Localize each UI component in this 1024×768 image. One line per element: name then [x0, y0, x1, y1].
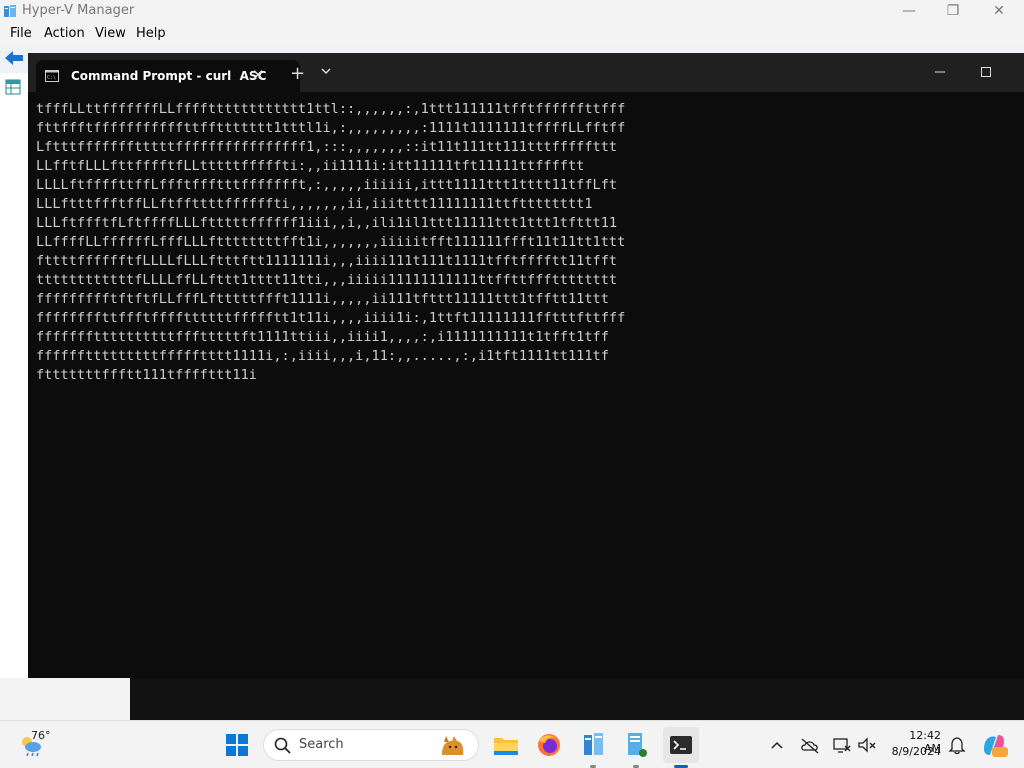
chevron-down-icon[interactable]: [320, 66, 332, 76]
terminal-line: LLLftffftfLftffffLLLftttttffffff1iii,,i,…: [36, 215, 618, 231]
network-icon[interactable]: [831, 735, 853, 755]
terminal-maximize-button[interactable]: [963, 61, 1009, 83]
hyperv-close-button[interactable]: ✕: [976, 1, 1022, 23]
terminal-line: ftttttttffftt111tffffttt11i: [36, 367, 257, 383]
menu-help[interactable]: Help: [136, 26, 166, 41]
hyperv-connect-taskbar-icon[interactable]: [618, 727, 654, 763]
file-explorer-icon[interactable]: [488, 727, 524, 763]
hyperv-minimize-button[interactable]: —: [886, 1, 932, 23]
taskbar-search-box[interactable]: Search: [263, 729, 479, 761]
menu-file[interactable]: File: [10, 26, 32, 41]
hyperv-tree-node-icon[interactable]: [5, 79, 21, 95]
terminal-output[interactable]: tfffLLttfffffffLLfffftttttttttttt1ttl::,…: [36, 100, 1016, 385]
new-tab-button[interactable]: +: [290, 63, 305, 84]
hyperv-restore-button[interactable]: ❐: [930, 1, 976, 23]
terminal-line: fttffftfffffffffffttffttttttt1tttl1i,:,,…: [36, 120, 626, 136]
terminal-line: LLLLftffffttffLffftffftttffffffft,:,,,,,…: [36, 177, 618, 193]
search-icon: [274, 737, 291, 754]
terminal-line: ffffffffftftftfLLfffLftttttffft1111i,,,,…: [36, 291, 609, 307]
search-placeholder: Search: [299, 737, 344, 752]
copilot-icon[interactable]: [976, 727, 1012, 763]
hyperv-bottom-pane: [0, 678, 131, 720]
hyperv-manager-taskbar-icon[interactable]: [575, 727, 611, 763]
hyperv-menubar: File Action View Help: [0, 23, 1024, 45]
firefox-icon[interactable]: [531, 727, 567, 763]
terminal-line: LLffffLLffffffLfffLLLfttttttttfft1i,,,,,…: [36, 234, 626, 250]
terminal-line: fttttfffffftfLLLLfLLLftttftt1111111i,,,i…: [36, 253, 618, 269]
back-arrow-icon[interactable]: [4, 50, 24, 66]
command-prompt-icon: C:\: [45, 70, 59, 82]
menu-action[interactable]: Action: [44, 26, 85, 41]
terminal-window: C:\ Command Prompt - curl ASC ✕ + tfffLL…: [28, 53, 1024, 678]
terminal-line: LLfftfLLLfttfffftfLLtttttfffffti:,,ii111…: [36, 158, 585, 174]
svg-text:C:\: C:\: [47, 75, 56, 81]
terminal-line: tfffLLttfffffffLLfffftttttttttttt1ttl::,…: [36, 101, 626, 117]
hyperv-app-icon: [4, 5, 16, 17]
speaker-muted-icon[interactable]: [856, 735, 878, 755]
terminal-line: Lftttffffffftttttffffffffffffffff1,:::,,…: [36, 139, 618, 155]
terminal-line: fffffffttttttttttffftttttft1111ttiii,,ii…: [36, 329, 609, 345]
terminal-line: LLLftttffftffLLftffttttffffffti,,,,,,,ii…: [36, 196, 593, 212]
start-icon[interactable]: [219, 727, 255, 763]
terminal-tabbar[interactable]: C:\ Command Prompt - curl ASC ✕ +: [28, 53, 1024, 92]
weather-temperature[interactable]: 76°: [31, 729, 51, 742]
terminal-line: ttttttttttttfLLLLffLLfttt1tttt11tti,,,ii…: [36, 272, 618, 288]
hyperv-titlebar[interactable]: Hyper-V Manager — ❐ ✕: [0, 0, 1024, 23]
chevron-up-icon[interactable]: [766, 735, 788, 755]
cloud-offline-icon[interactable]: [799, 735, 821, 755]
hyperv-title: Hyper-V Manager: [22, 3, 135, 18]
notification-bell-icon[interactable]: [946, 735, 968, 755]
search-highlight-cat-icon: [442, 736, 464, 755]
terminal-minimize-button[interactable]: [917, 61, 963, 83]
terminal-line: fffffftttttttttffffftttt1111i,:,iiii,,,i…: [36, 348, 609, 364]
hyperv-dark-area: [130, 678, 1024, 720]
taskbar: 76° Search 12:42 AM 8/9/2024: [0, 720, 1024, 768]
terminal-tab-title: Command Prompt - curl ASC: [71, 69, 267, 83]
close-tab-icon[interactable]: ✕: [248, 66, 268, 84]
menu-view[interactable]: View: [95, 26, 126, 41]
hyperv-tree-pane: [0, 73, 29, 698]
clock-date[interactable]: 8/9/2024: [890, 745, 941, 758]
terminal-tab[interactable]: C:\ Command Prompt - curl ASC ✕: [36, 60, 300, 92]
terminal-line: ffffffffttffftffffttttttffffftt1t11i,,,,…: [36, 310, 626, 326]
terminal-taskbar-icon[interactable]: [663, 727, 699, 763]
